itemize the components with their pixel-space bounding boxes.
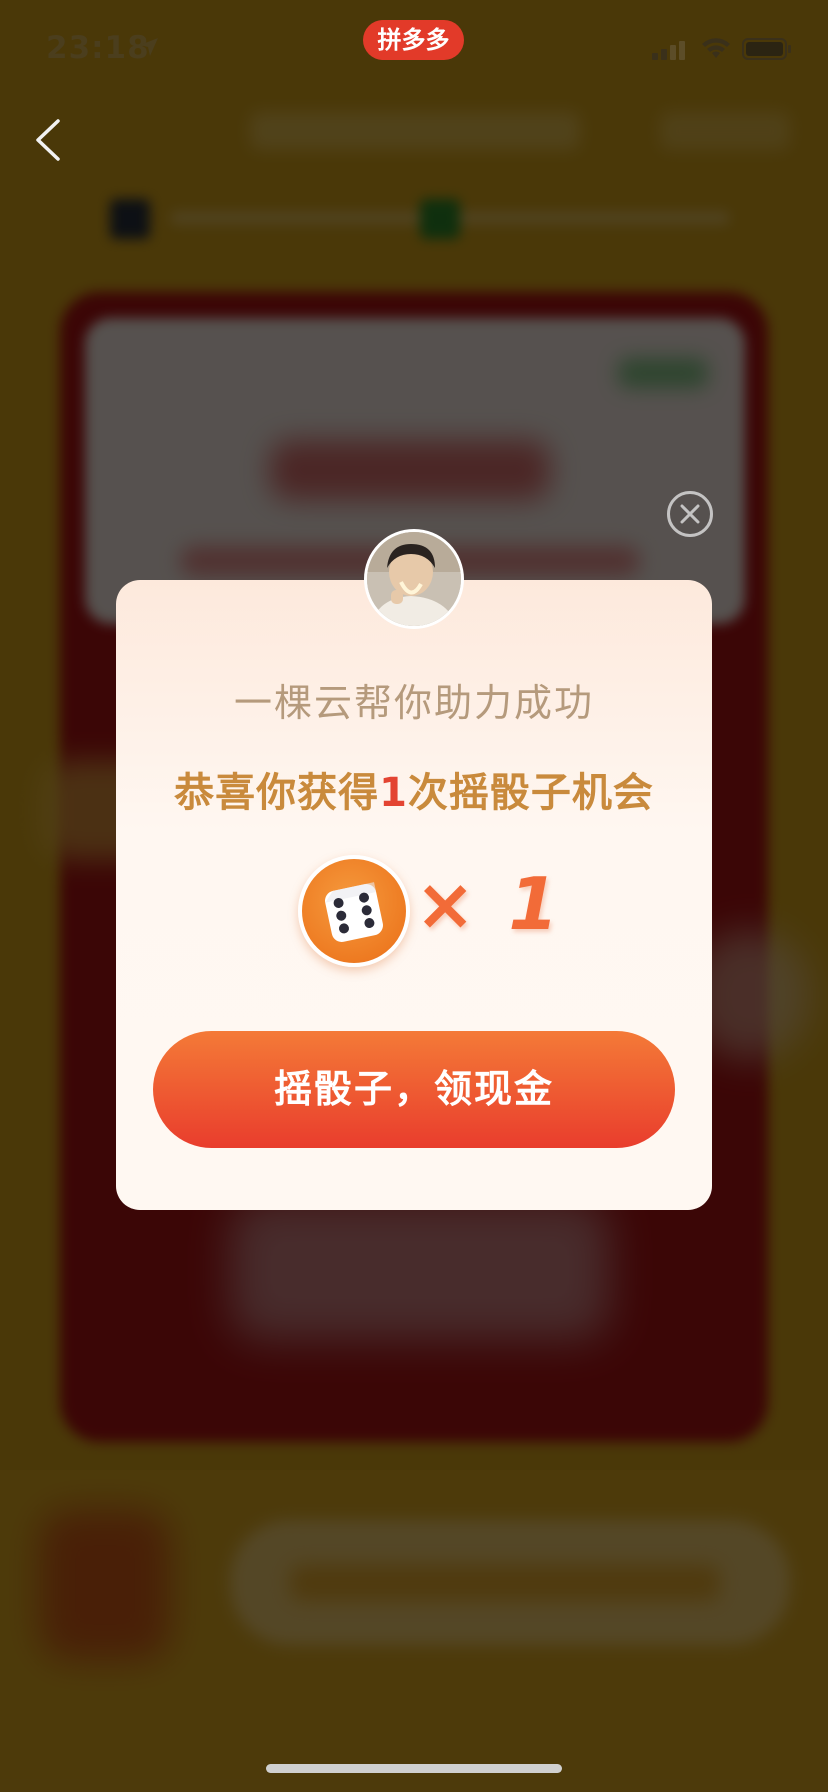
dice-reward-badge — [298, 855, 410, 967]
app-badge[interactable]: 拼多多 — [363, 20, 464, 60]
status-time: 23:18 — [46, 30, 150, 66]
helper-success-text: 一棵云帮你助力成功 — [233, 681, 594, 725]
battery-icon — [742, 38, 791, 60]
helper-avatar — [364, 529, 464, 629]
close-icon — [680, 504, 700, 524]
back-chevron-icon[interactable] — [30, 115, 66, 165]
location-arrow-icon — [140, 38, 158, 56]
congrats-count: 1 — [379, 770, 408, 816]
roll-dice-button[interactable]: 摇骰子，领现金 — [153, 1031, 675, 1148]
close-button[interactable] — [667, 491, 713, 537]
congrats-suffix: 次摇骰子机会 — [407, 770, 654, 816]
wifi-icon — [702, 38, 730, 58]
dice-icon — [325, 882, 383, 942]
avatar-photo-icon — [367, 532, 461, 626]
signal-icon — [652, 41, 685, 60]
dice-multiplier: × 1 — [415, 862, 563, 946]
congrats-text: 恭喜你获得1次摇骰子机会 — [116, 760, 712, 818]
congrats-prefix: 恭喜你获得 — [174, 770, 380, 816]
home-indicator[interactable] — [266, 1764, 562, 1773]
